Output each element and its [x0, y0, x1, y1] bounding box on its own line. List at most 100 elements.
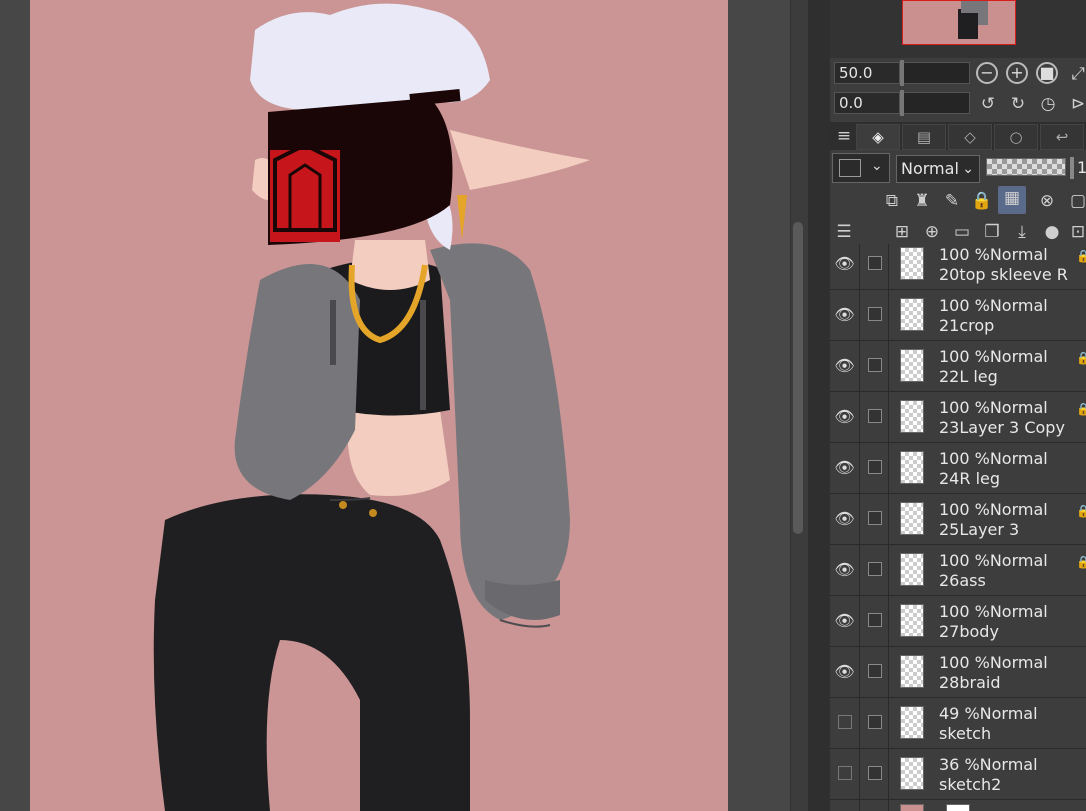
duplicate-layer-icon[interactable]: ❐: [980, 220, 1004, 244]
layer-list[interactable]: 👁 100 %Normal 20top skleeve R 🔒 👁 100 %N…: [830, 244, 1086, 811]
layer-select-checkbox[interactable]: [868, 715, 882, 729]
rotation-slider[interactable]: [900, 92, 970, 114]
eye-icon[interactable]: 👁: [830, 341, 860, 391]
layer-row[interactable]: 36 %Normal sketch2: [830, 749, 1086, 800]
layer-row[interactable]: 👁 100 %Normal 28braid: [830, 647, 1086, 698]
layer-name[interactable]: 28braid: [939, 673, 1001, 692]
layer-select-checkbox[interactable]: [868, 256, 882, 270]
new-folder-icon[interactable]: ▭: [950, 220, 974, 244]
eye-icon[interactable]: 👁: [830, 290, 860, 340]
visibility-toggle[interactable]: [830, 698, 860, 748]
layer-row[interactable]: 👁 100 %Normal 24R leg: [830, 443, 1086, 494]
lock-icon: 🔒: [1076, 351, 1086, 365]
clip-to-below-icon[interactable]: ⧉: [880, 189, 904, 213]
visibility-toggle[interactable]: [830, 749, 860, 799]
divider: [888, 647, 889, 697]
new-vector-layer-icon[interactable]: ⊕: [920, 220, 944, 244]
zoom-slider[interactable]: [900, 62, 970, 84]
layer-color-dropdown[interactable]: ⌄: [832, 153, 890, 183]
new-raster-layer-icon[interactable]: ⊞: [890, 220, 914, 244]
visibility-toggle[interactable]: [830, 800, 860, 811]
layer-row[interactable]: 👁 100 %Normal 20top skleeve R 🔒: [830, 244, 1086, 290]
divider: [888, 494, 889, 544]
layer-thumbnail: [900, 804, 924, 811]
rotate-left-icon[interactable]: ↺: [976, 92, 1000, 116]
actual-size-icon[interactable]: ⤢: [1066, 62, 1086, 86]
layer-select-checkbox[interactable]: [868, 562, 882, 576]
layer-select-checkbox[interactable]: [868, 307, 882, 321]
zoom-in-icon[interactable]: +: [1006, 62, 1028, 84]
ruler-enable-icon[interactable]: ▢: [1066, 189, 1086, 213]
layer-select-checkbox[interactable]: [868, 511, 882, 525]
layer-name[interactable]: sketch: [939, 724, 991, 743]
layer-opacity-mode: 36 %Normal: [939, 755, 1038, 774]
layer-row[interactable]: 49 %Normal sketch: [830, 698, 1086, 749]
layer-list-icon[interactable]: ☰: [832, 220, 856, 244]
rotation-slider-handle[interactable]: [900, 90, 904, 116]
rotate-right-icon[interactable]: ↻: [1006, 92, 1030, 116]
layer-name[interactable]: 24R leg: [939, 469, 1000, 488]
layer-select-checkbox[interactable]: [868, 409, 882, 423]
eye-icon[interactable]: 👁: [830, 494, 860, 544]
zoom-slider-handle[interactable]: [900, 60, 904, 86]
visibility-checkbox[interactable]: [838, 766, 852, 780]
layer-name[interactable]: 27body: [939, 622, 999, 641]
divider: [888, 545, 889, 595]
tab-layers[interactable]: ◈: [856, 124, 900, 150]
layer-select-checkbox[interactable]: [868, 766, 882, 780]
visibility-checkbox[interactable]: [838, 715, 852, 729]
layer-name[interactable]: 26ass: [939, 571, 986, 590]
merge-down-icon[interactable]: ⤓: [1010, 220, 1034, 244]
zoom-field[interactable]: 50.0: [834, 62, 900, 84]
lock-transparency-icon[interactable]: ▦: [998, 186, 1026, 214]
layer-name[interactable]: 22L leg: [939, 367, 998, 386]
tab-search[interactable]: ○: [994, 124, 1038, 150]
layer-name[interactable]: 20top skleeve R: [939, 265, 1068, 284]
layer-row[interactable]: 👁 100 %Normal 26ass 🔒: [830, 545, 1086, 596]
layer-row[interactable]: 👁 100 %Normal 21crop: [830, 290, 1086, 341]
layer-row[interactable]: [830, 800, 1086, 811]
draft-layer-icon[interactable]: ✎: [940, 189, 964, 213]
eye-icon[interactable]: 👁: [830, 596, 860, 646]
opacity-slider[interactable]: [986, 158, 1066, 176]
apply-mask-icon[interactable]: ⊡: [1066, 220, 1086, 244]
eye-icon[interactable]: 👁: [830, 647, 860, 697]
zoom-out-icon[interactable]: −: [976, 62, 998, 84]
eye-icon[interactable]: 👁: [830, 443, 860, 493]
layer-name[interactable]: 23Layer 3 Copy: [939, 418, 1065, 437]
layer-opacity-mode: 100 %Normal: [939, 602, 1048, 621]
lock-layer-icon[interactable]: 🔒: [970, 189, 994, 213]
lock-icon: 🔒: [1076, 504, 1086, 518]
reference-layer-icon[interactable]: ♜: [910, 189, 934, 213]
create-mask-icon[interactable]: ●: [1040, 220, 1064, 244]
eye-icon[interactable]: 👁: [830, 244, 860, 289]
tab-history[interactable]: ↩: [1040, 124, 1084, 150]
fit-icon[interactable]: ■: [1036, 62, 1058, 84]
eye-icon[interactable]: 👁: [830, 392, 860, 442]
layer-row[interactable]: 👁 100 %Normal 23Layer 3 Copy 🔒: [830, 392, 1086, 443]
rotation-field[interactable]: 0.0: [834, 92, 900, 114]
layer-row[interactable]: 👁 100 %Normal 27body: [830, 596, 1086, 647]
canvas-scrollbar-thumb[interactable]: [793, 222, 803, 534]
navigator-preview[interactable]: [902, 0, 1016, 45]
layer-name[interactable]: 25Layer 3: [939, 520, 1019, 539]
canvas-area[interactable]: [0, 0, 790, 811]
layer-name[interactable]: sketch2: [939, 775, 1001, 794]
layer-row[interactable]: 👁 100 %Normal 22L leg 🔒: [830, 341, 1086, 392]
layer-name[interactable]: 21crop: [939, 316, 994, 335]
eye-icon[interactable]: 👁: [830, 545, 860, 595]
layer-select-checkbox[interactable]: [868, 460, 882, 474]
flip-horizontal-icon[interactable]: ⊳: [1066, 92, 1086, 116]
opacity-slider-handle[interactable]: [1070, 157, 1074, 179]
layer-select-checkbox[interactable]: [868, 358, 882, 372]
tab-animation[interactable]: ▤: [902, 124, 946, 150]
artboard[interactable]: [30, 0, 728, 811]
layer-select-checkbox[interactable]: [868, 664, 882, 678]
layer-row[interactable]: 👁 100 %Normal 25Layer 3 🔒: [830, 494, 1086, 545]
blend-mode-select[interactable]: Normal ⌄: [896, 155, 980, 183]
mask-enable-icon[interactable]: ⊗: [1035, 189, 1059, 213]
panel-menu-icon[interactable]: ≡: [832, 124, 856, 148]
reset-rotation-icon[interactable]: ◷: [1036, 92, 1060, 116]
tab-layer-property[interactable]: ◇: [948, 124, 992, 150]
layer-select-checkbox[interactable]: [868, 613, 882, 627]
